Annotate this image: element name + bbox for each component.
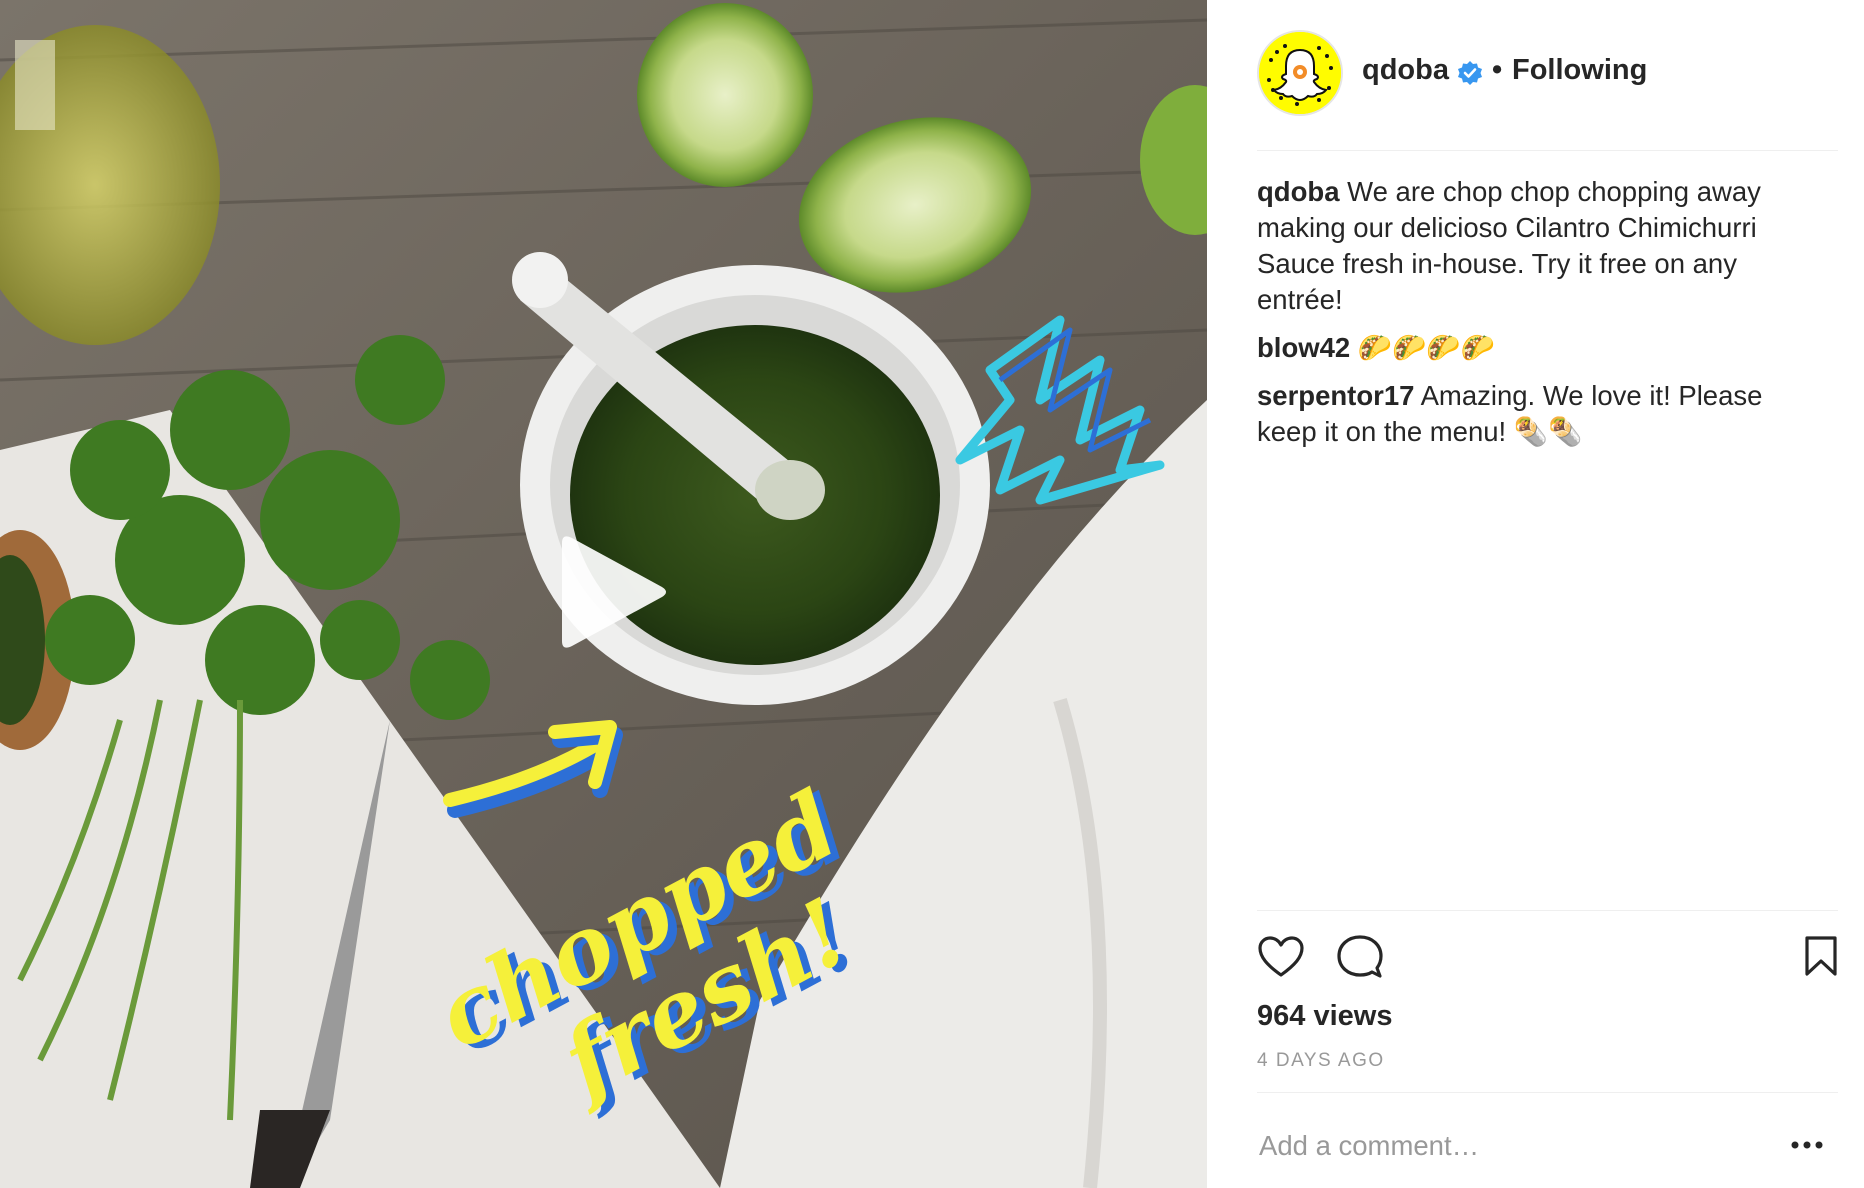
bookmark-icon[interactable] [1804,935,1838,977]
heart-icon[interactable] [1257,935,1305,979]
divider [1257,910,1838,911]
comments-list: qdoba We are chop chop chopping away mak… [1257,174,1827,462]
comment-icon[interactable] [1337,935,1383,979]
comment-item: serpentor17 Amazing. We love it! Please … [1257,378,1827,450]
comment-item: qdoba We are chop chop chopping away mak… [1257,174,1827,318]
divider [1257,1092,1838,1093]
post-sidebar: qdoba • Following qdoba We are chop chop… [1207,0,1864,1188]
play-button-icon[interactable] [540,525,680,665]
comment-item: blow42 🌮🌮🌮🌮 [1257,330,1827,366]
divider [1257,150,1838,151]
following-button[interactable]: Following [1512,54,1647,87]
username[interactable]: qdoba [1362,54,1449,87]
action-bar [1257,930,1838,980]
verified-badge-icon [1458,61,1482,85]
view-count[interactable]: 964 views [1257,1000,1392,1033]
comment-username[interactable]: qdoba [1257,176,1340,207]
comment-username[interactable]: blow42 [1257,332,1350,363]
post-media[interactable]: chopped chopped fresh! fresh! [0,0,1207,1188]
separator-dot: • [1492,54,1503,86]
avatar[interactable] [1257,30,1343,116]
post-timestamp: 4 DAYS AGO [1257,1050,1385,1071]
snapcode-avatar-icon [1259,32,1341,114]
comment-text: 🌮🌮🌮🌮 [1357,332,1495,363]
more-options-icon[interactable] [1787,1130,1827,1160]
add-comment-input[interactable] [1257,1125,1781,1167]
comment-username[interactable]: serpentor17 [1257,380,1414,411]
post-header: qdoba • Following [1207,0,1864,150]
